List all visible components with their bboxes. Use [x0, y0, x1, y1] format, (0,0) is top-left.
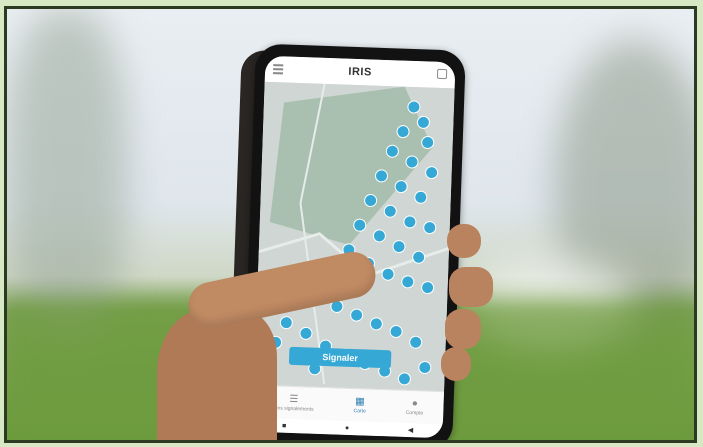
nav-label: Mes signalements: [273, 405, 314, 413]
nav-item-map[interactable]: ▦ Carte: [353, 396, 366, 414]
report-pin[interactable]: [394, 180, 408, 194]
recent-apps-button[interactable]: ■: [282, 422, 286, 429]
finger: [441, 347, 471, 381]
report-map[interactable]: [254, 81, 455, 393]
report-pin[interactable]: [414, 190, 428, 204]
app-title: IRIS: [348, 65, 373, 79]
list-icon: ☰: [289, 393, 299, 406]
report-pin[interactable]: [425, 166, 439, 180]
report-pin[interactable]: [397, 372, 411, 386]
nav-label: Carte: [353, 408, 366, 415]
back-button[interactable]: ◀: [408, 426, 414, 434]
user-icon: ●: [411, 398, 419, 410]
phone-screen: IRIS Signaler ☰ Mes signalements ▦ Carte…: [252, 55, 456, 439]
hand-palm: [157, 309, 277, 440]
report-pin[interactable]: [405, 155, 419, 169]
report-button[interactable]: Signaler: [288, 346, 392, 369]
report-pin[interactable]: [381, 267, 395, 281]
blurred-tree-left: [7, 9, 127, 339]
nav-item-account[interactable]: ● Compte: [405, 398, 424, 417]
report-pin[interactable]: [372, 229, 386, 243]
report-pin[interactable]: [392, 240, 406, 254]
report-pin[interactable]: [389, 325, 403, 339]
report-pin[interactable]: [423, 221, 437, 235]
map-icon: ▦: [355, 396, 365, 408]
report-pin[interactable]: [299, 326, 313, 340]
report-pin[interactable]: [407, 100, 421, 114]
map-canvas: [254, 81, 455, 389]
report-pin[interactable]: [421, 281, 435, 295]
finger: [445, 309, 481, 349]
finger: [447, 224, 481, 258]
report-pin[interactable]: [353, 218, 367, 232]
report-pin[interactable]: [396, 125, 410, 139]
report-pin[interactable]: [401, 275, 415, 289]
report-pin[interactable]: [364, 194, 378, 208]
nav-label: Compte: [405, 409, 424, 417]
report-pin[interactable]: [416, 115, 430, 129]
report-pin[interactable]: [403, 215, 417, 229]
report-pin[interactable]: [421, 136, 435, 150]
menu-icon[interactable]: [272, 64, 284, 75]
report-pin[interactable]: [409, 335, 423, 349]
filter-icon[interactable]: [436, 68, 448, 80]
photo-frame: IRIS Signaler ☰ Mes signalements ▦ Carte…: [4, 6, 697, 443]
report-pin[interactable]: [369, 317, 383, 331]
report-pin[interactable]: [418, 361, 432, 375]
report-pin[interactable]: [385, 144, 399, 158]
report-pin[interactable]: [383, 204, 397, 218]
finger: [449, 267, 493, 307]
report-pin[interactable]: [279, 316, 293, 330]
nav-item-my-reports[interactable]: ☰ Mes signalements: [273, 393, 314, 413]
report-pin[interactable]: [350, 308, 364, 322]
report-pin[interactable]: [374, 169, 388, 183]
report-pin[interactable]: [412, 250, 426, 264]
home-button[interactable]: ●: [345, 424, 349, 431]
